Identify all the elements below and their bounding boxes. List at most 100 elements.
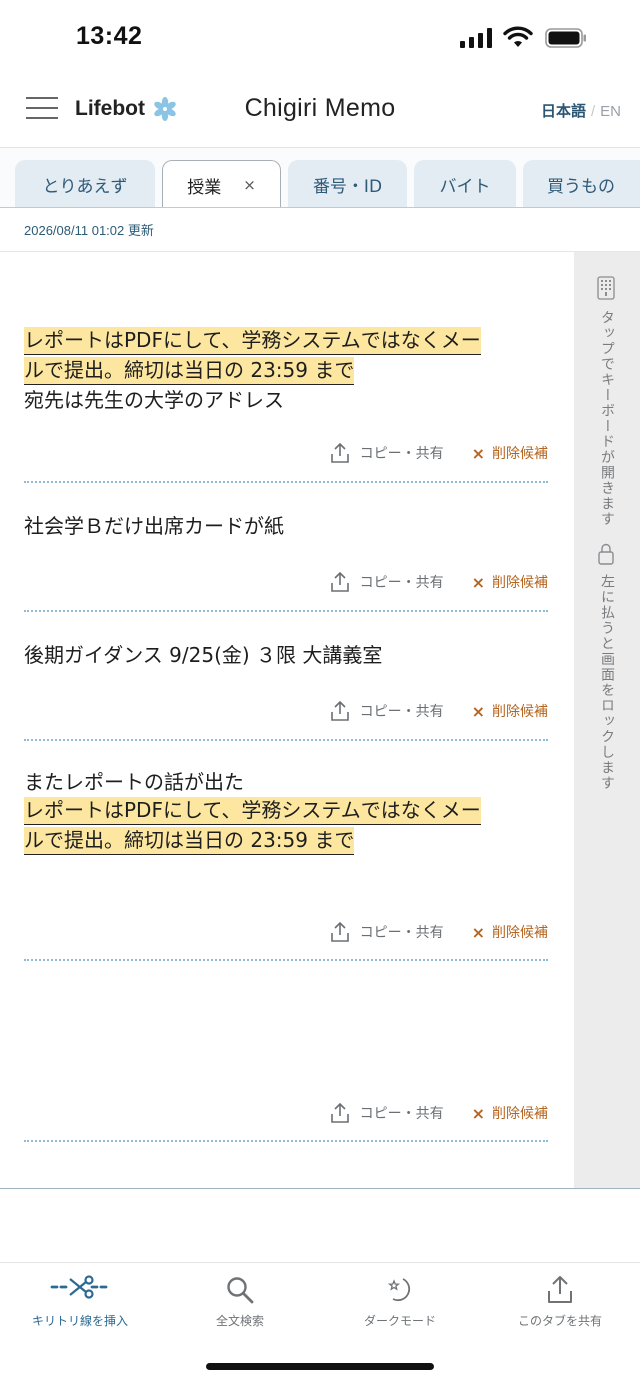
memo-item[interactable]: 社会学Ｂだけ出席カードが紙 コピー・共有 × 削除候補 bbox=[0, 484, 574, 613]
delete-icon: × bbox=[471, 922, 485, 942]
search-icon bbox=[227, 1277, 254, 1304]
tab-label: 買うもの bbox=[547, 176, 615, 197]
tab-baito[interactable]: バイト bbox=[414, 160, 516, 207]
memo-line: 社会学Ｂだけ出席カードが紙 bbox=[24, 514, 284, 538]
memo-actions: コピー・共有 × 削除候補 bbox=[330, 1101, 548, 1125]
memo-divider bbox=[24, 610, 548, 612]
full-text-search-label: 全文検索 bbox=[215, 1314, 264, 1328]
share-icon bbox=[330, 442, 349, 463]
delete-icon: × bbox=[471, 443, 485, 463]
tab-jugyo[interactable]: 授業 × bbox=[162, 160, 281, 207]
content-bottom-border bbox=[0, 1188, 640, 1189]
memo-item[interactable]: 後期ガイダンス 9/25(金) ３限 大講義室 コピー・共有 × 削除候補 bbox=[0, 613, 574, 742]
copy-share-button[interactable]: コピー・共有 bbox=[330, 921, 444, 943]
dark-mode-label: ダークモード bbox=[363, 1314, 436, 1328]
highlighted-text: レポートはPDFにして、学務システムではなくメー bbox=[24, 327, 481, 355]
memo-line: 宛先は先生の大学のアドレス bbox=[24, 388, 284, 412]
memo-divider bbox=[24, 1140, 548, 1142]
copy-share-label: コピー・共有 bbox=[359, 704, 444, 720]
lock-hint-text: 左に払うと画面をロックします bbox=[599, 574, 615, 791]
memo-text[interactable]: レポートはPDFにして、学務システムではなくメー ルで提出。締切は当日の 23:… bbox=[24, 326, 554, 414]
delete-candidate-button[interactable]: × 削除候補 bbox=[472, 922, 548, 942]
copy-share-label: コピー・共有 bbox=[359, 446, 444, 462]
tab-kaumono[interactable]: 買うもの bbox=[523, 160, 640, 207]
memo-text[interactable]: またレポートの話が出た レポートはPDFにして、学務システムではなくメー ルで提… bbox=[24, 768, 554, 856]
tab-label: とりあえず bbox=[42, 176, 128, 197]
copy-share-button[interactable]: コピー・共有 bbox=[330, 1102, 444, 1124]
delete-candidate-button[interactable]: × 削除候補 bbox=[472, 572, 548, 592]
copy-share-label: コピー・共有 bbox=[359, 575, 444, 591]
side-gesture-panel[interactable]: タップでキーボードが開きます 左に払うと画面をロックします bbox=[574, 252, 640, 1188]
hamburger-menu-icon[interactable] bbox=[26, 96, 58, 120]
lang-en-option[interactable]: EN bbox=[600, 103, 621, 120]
flower-logo-icon bbox=[154, 96, 176, 122]
memo-text[interactable]: 社会学Ｂだけ出席カードが紙 bbox=[24, 512, 554, 540]
tab-bar: とりあえず 授業 × 番号・ID バイト 買うもの bbox=[0, 148, 640, 208]
memo-actions: コピー・共有 × 削除候補 bbox=[330, 699, 548, 723]
moon-star-icon bbox=[387, 1278, 411, 1302]
memo-actions: コピー・共有 × 削除候補 bbox=[330, 570, 548, 594]
delete-candidate-label: 削除候補 bbox=[492, 575, 548, 591]
memo-divider bbox=[24, 481, 548, 483]
memo-text[interactable]: 後期ガイダンス 9/25(金) ３限 大講義室 bbox=[24, 641, 554, 669]
app-header: Lifebot Chigiri Memo 日本語 / EN bbox=[0, 76, 640, 148]
copy-share-label: コピー・共有 bbox=[359, 925, 444, 941]
copy-share-button[interactable]: コピー・共有 bbox=[330, 700, 444, 722]
full-text-search-button[interactable]: 全文検索 bbox=[160, 1263, 320, 1343]
share-icon bbox=[548, 1276, 572, 1303]
memo-actions: コピー・共有 × 削除候補 bbox=[330, 920, 548, 944]
copy-share-button[interactable]: コピー・共有 bbox=[330, 571, 444, 593]
share-icon bbox=[330, 571, 349, 592]
delete-candidate-button[interactable]: × 削除候補 bbox=[472, 1103, 548, 1123]
delete-candidate-button[interactable]: × 削除候補 bbox=[472, 701, 548, 721]
memo-list: レポートはPDFにして、学務システムではなくメー ルで提出。締切は当日の 23:… bbox=[0, 252, 574, 1188]
memo-line: またレポートの話が出た bbox=[24, 770, 244, 794]
share-icon bbox=[330, 921, 349, 942]
home-indicator[interactable] bbox=[206, 1363, 434, 1370]
share-icon bbox=[330, 1102, 349, 1123]
memo-divider bbox=[24, 739, 548, 741]
tab-label: バイト bbox=[439, 176, 491, 197]
lang-ja-option[interactable]: 日本語 bbox=[541, 103, 586, 120]
highlighted-text: ルで提出。締切は当日の 23:59 まで bbox=[24, 357, 355, 385]
tab-label: 番号・ID bbox=[312, 176, 383, 197]
battery-icon bbox=[545, 28, 586, 48]
insert-cut-line-button[interactable]: キリトリ線を挿入 bbox=[0, 1263, 160, 1343]
delete-icon: × bbox=[471, 701, 485, 721]
delete-candidate-label: 削除候補 bbox=[492, 446, 548, 462]
share-tab-button[interactable]: このタブを共有 bbox=[480, 1263, 640, 1343]
memo-item[interactable]: レポートはPDFにして、学務システムではなくメー ルで提出。締切は当日の 23:… bbox=[0, 252, 574, 484]
lock-icon bbox=[598, 543, 614, 565]
delete-candidate-label: 削除候補 bbox=[492, 925, 548, 941]
keyboard-icon bbox=[597, 276, 615, 300]
brand-name: Lifebot bbox=[75, 97, 145, 120]
tab-toriaezu[interactable]: とりあえず bbox=[15, 160, 155, 207]
insert-cut-line-label: キリトリ線を挿入 bbox=[31, 1314, 128, 1328]
last-updated: 2026/08/11 01:02 更新 bbox=[24, 223, 154, 238]
tab-label: 授業 bbox=[187, 177, 222, 198]
memo-item[interactable]: コピー・共有 × 削除候補 bbox=[0, 963, 574, 1144]
memo-divider bbox=[24, 959, 548, 961]
scissors-icon bbox=[50, 1275, 108, 1299]
language-switch: 日本語 / EN bbox=[541, 100, 621, 121]
lang-separator: / bbox=[590, 103, 596, 120]
memo-item[interactable]: またレポートの話が出た レポートはPDFにして、学務システムではなくメー ルで提… bbox=[0, 742, 574, 963]
cellular-signal-icon bbox=[460, 28, 492, 48]
highlighted-text: ルで提出。締切は当日の 23:59 まで bbox=[24, 827, 355, 855]
memo-line: 後期ガイダンス 9/25(金) ３限 大講義室 bbox=[24, 643, 383, 667]
delete-candidate-button[interactable]: × 削除候補 bbox=[472, 443, 548, 463]
delete-candidate-label: 削除候補 bbox=[492, 704, 548, 720]
copy-share-button[interactable]: コピー・共有 bbox=[330, 442, 444, 464]
share-icon bbox=[330, 700, 349, 721]
status-time: 13:42 bbox=[76, 22, 143, 50]
delete-candidate-label: 削除候補 bbox=[492, 1106, 548, 1122]
status-bar: 13:42 bbox=[0, 0, 640, 76]
dark-mode-button[interactable]: ダークモード bbox=[320, 1263, 480, 1343]
copy-share-label: コピー・共有 bbox=[359, 1106, 444, 1122]
share-tab-label: このタブを共有 bbox=[517, 1314, 602, 1328]
keyboard-hint-text: タップでキーボードが開きます bbox=[599, 310, 615, 527]
tab-bango-id[interactable]: 番号・ID bbox=[288, 160, 407, 207]
delete-icon: × bbox=[471, 572, 485, 592]
tab-close-icon[interactable]: × bbox=[243, 176, 256, 194]
wifi-icon bbox=[503, 26, 533, 47]
